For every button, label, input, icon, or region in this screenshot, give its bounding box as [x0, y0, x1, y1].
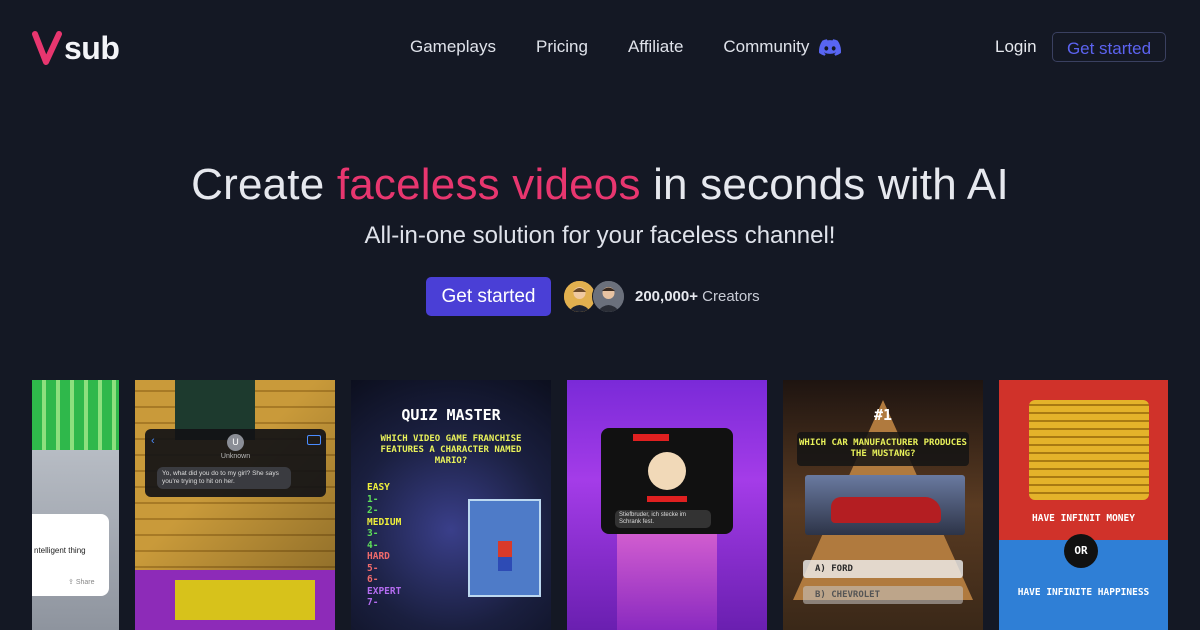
car-icon	[831, 497, 941, 523]
nav-link-affiliate[interactable]: Affiliate	[628, 36, 683, 58]
contact-avatar: U	[227, 434, 244, 451]
mario-sprite	[498, 557, 512, 571]
gallery-card-quiz-egypt[interactable]: #1 WHICH CAR MANUFACTURER PRODUCES THE M…	[783, 380, 983, 630]
or-badge: OR	[1064, 534, 1098, 568]
nav-link-community[interactable]: Community	[723, 36, 842, 58]
chat-overlay: Stiefbruder, ich stecke im Schrank fest.	[601, 428, 733, 534]
hero-title: Create faceless videos in seconds with A…	[0, 160, 1200, 210]
level-item: 2-	[367, 505, 379, 516]
quiz-image	[805, 475, 965, 535]
discord-icon	[819, 38, 842, 56]
quiz-levels: EASY 1- 2- MEDIUM 3- 4- HARD 5- 6- EXPER…	[367, 482, 401, 609]
creator-avatars	[563, 280, 625, 313]
hero-title-accent: faceless videos	[336, 160, 641, 209]
gameplay-background	[32, 380, 119, 450]
coins-image	[1029, 400, 1149, 500]
subway-track	[617, 530, 717, 630]
contact-name: Unknown	[220, 453, 251, 460]
chat-message: Yo, what did you do to my girl? She says…	[157, 467, 291, 489]
quiz-answer: B) CHEVROLET	[803, 586, 963, 604]
creators-label: Creators	[702, 288, 760, 305]
chat-message: Stiefbruder, ich stecke im Schrank fest.	[615, 510, 711, 528]
nav-link-gameplays[interactable]: Gameplays	[410, 36, 496, 58]
quiz-question: WHICH CAR MANUFACTURER PRODUCES THE MUST…	[797, 432, 969, 466]
level-item: 4-	[367, 539, 379, 551]
share-label: ⇪ Share	[68, 579, 95, 586]
quiz-answer: A) FORD	[803, 560, 963, 578]
option-a-text: HAVE INFINIT MONEY	[1032, 513, 1135, 524]
person-icon	[593, 281, 624, 312]
nav-get-started-button[interactable]: Get started	[1052, 32, 1166, 62]
video-call-icon	[307, 435, 321, 445]
quiz-image	[468, 499, 541, 597]
nav-link-community-label: Community	[723, 37, 810, 56]
quiz-title: QUIZ MASTER	[401, 406, 501, 424]
level-item: 1-	[367, 493, 379, 505]
minecraft-block	[175, 580, 315, 620]
gallery-card-quiz[interactable]: QUIZ MASTER WHICH VIDEO GAME FRANCHISE F…	[351, 380, 551, 630]
hero-title-before: Create	[191, 160, 337, 209]
redacted-name-bar	[633, 434, 669, 441]
story-popup: ntelligent thing ⇪ Share	[32, 514, 109, 596]
level-label: EASY	[367, 482, 390, 493]
level-item: 7-	[367, 597, 379, 608]
nav-link-pricing[interactable]: Pricing	[536, 36, 588, 58]
hero-get-started-button[interactable]: Get started	[426, 277, 551, 316]
avatar	[592, 280, 625, 313]
quiz-question: WHICH VIDEO GAME FRANCHISE FEATURES A CH…	[380, 434, 522, 466]
quiz-number: #1	[873, 406, 893, 424]
chat-overlay: ‹ U Unknown Yo, what did you do to my gi…	[145, 429, 326, 497]
creators-number: 200,000+	[635, 288, 698, 305]
level-label: HARD	[367, 551, 390, 562]
level-item: 5-	[367, 562, 379, 574]
gallery-card-fake-text-subway[interactable]: Stiefbruder, ich stecke im Schrank fest.	[567, 380, 767, 630]
login-link[interactable]: Login	[995, 37, 1037, 57]
story-popup-text: ntelligent thing	[34, 546, 86, 555]
creators-count: 200,000+ Creators	[635, 288, 760, 305]
level-item: 6-	[367, 574, 379, 585]
top-navbar: sub Gameplays Pricing Affiliate Communit…	[0, 0, 1200, 96]
vsub-logo-icon	[32, 31, 62, 65]
hero-subtitle: All-in-one solution for your faceless ch…	[364, 222, 836, 249]
gallery-card-would-you-rather[interactable]: HAVE INFINIT MONEY OR HAVE INFINITE HAPP…	[999, 380, 1168, 630]
redacted-name-bar	[647, 496, 687, 502]
hero-title-after: in seconds with AI	[640, 160, 1009, 209]
nav-links: Gameplays Pricing Affiliate Community	[410, 36, 842, 58]
level-item: 3-	[367, 528, 379, 539]
back-chevron-icon: ‹	[151, 435, 155, 447]
level-label: MEDIUM	[367, 516, 402, 528]
option-b-text: HAVE INFINITE HAPPINESS	[1017, 587, 1150, 598]
brand-logo[interactable]: sub	[32, 28, 120, 68]
gallery-card-text-story[interactable]: ntelligent thing ⇪ Share	[32, 380, 119, 630]
level-label: EXPERT	[367, 585, 402, 597]
mario-sprite	[498, 541, 512, 557]
gallery-card-fake-text[interactable]: ‹ U Unknown Yo, what did you do to my gi…	[135, 380, 335, 630]
person-icon	[564, 281, 595, 312]
contact-avatar	[648, 452, 686, 490]
brand-name: sub	[64, 30, 120, 66]
